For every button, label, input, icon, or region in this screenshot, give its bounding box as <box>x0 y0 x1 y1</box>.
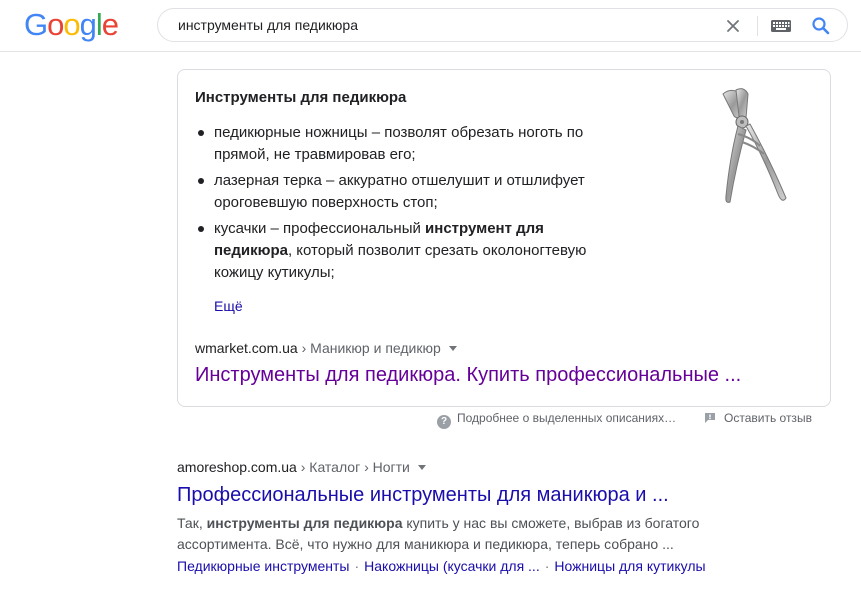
clear-search-button[interactable] <box>723 16 743 36</box>
chevron-down-icon[interactable] <box>448 346 457 351</box>
search-box <box>157 8 848 42</box>
snippet-list: педикюрные ножницы – позволят обрезать н… <box>195 122 625 288</box>
google-logo[interactable]: Google <box>24 7 119 42</box>
list-item: педикюрные ножницы – позволят обрезать н… <box>195 122 625 166</box>
snippet-source: wmarket.com.ua › Маникюр и педикюр <box>195 340 457 356</box>
list-item-text: педикюрные ножницы – позволят обрезать н… <box>214 124 584 163</box>
nail-clippers-image[interactable] <box>708 86 798 216</box>
logo-letter: o <box>47 7 64 42</box>
keyboard-icon <box>771 20 791 32</box>
feedback-label: Оставить отзыв <box>724 411 812 425</box>
search-icon <box>812 17 830 35</box>
sitelink-separator: · <box>544 558 550 574</box>
logo-letter: g <box>79 7 97 42</box>
more-link[interactable]: Ещё <box>214 298 243 314</box>
help-icon: ? <box>437 415 451 429</box>
list-item-text: кусачки – профессиональный <box>214 220 426 237</box>
search-input[interactable] <box>178 9 718 41</box>
result-description: Так, инструменты для педикюра купить у н… <box>177 513 717 555</box>
highlighted-term: инструменты для педикюра <box>206 515 403 531</box>
result-title-link[interactable]: Профессиональные инструменты для маникюр… <box>177 482 737 508</box>
logo-letter: o <box>63 7 80 42</box>
search-result: amoreshop.com.ua › Каталог › Ногти Профе… <box>177 458 737 576</box>
source-domain: wmarket.com.ua <box>195 340 298 356</box>
close-icon <box>727 20 739 32</box>
source-domain: amoreshop.com.ua <box>177 459 297 475</box>
breadcrumb: › Маникюр и педикюр <box>297 340 441 356</box>
keyboard-button[interactable] <box>770 17 792 35</box>
list-item-text: лазерная терка – аккуратно отшелушит и о… <box>214 172 585 211</box>
top-bar: Google <box>0 0 861 52</box>
snippet-result-link[interactable]: Инструменты для педикюра. Купить професс… <box>195 364 741 387</box>
about-snippets-link[interactable]: ? Подробнее о выделенных описаниях… <box>437 411 676 429</box>
chevron-down-icon[interactable] <box>417 465 426 470</box>
logo-letter: G <box>24 7 48 42</box>
sitelink-separator: · <box>354 558 360 574</box>
sitelinks: Педикюрные инструменты · Накожницы (кусачк… <box>177 556 737 576</box>
result-source: amoreshop.com.ua › Каталог › Ногти <box>177 458 737 476</box>
breadcrumb: › Каталог › Ногти <box>296 459 410 475</box>
sitelink[interactable]: Ножницы для кутикулы <box>554 558 705 574</box>
sitelink[interactable]: Педикюрные инструменты <box>177 558 349 574</box>
feedback-icon <box>705 413 715 423</box>
list-item: кусачки – профессиональный инструмент дл… <box>195 218 625 284</box>
snippet-title: Инструменты для педикюра <box>195 89 407 106</box>
search-divider <box>757 16 758 36</box>
search-button[interactable] <box>810 15 832 37</box>
sitelink[interactable]: Накожницы (кусачки для ... <box>364 558 540 574</box>
featured-snippet: Инструменты для педикюра педикюрные ножн… <box>177 69 831 407</box>
description-text: Так, <box>177 515 207 531</box>
list-item: лазерная терка – аккуратно отшелушит и о… <box>195 170 625 214</box>
feedback-link[interactable]: Оставить отзыв <box>704 411 812 425</box>
nail-clippers-icon <box>722 88 787 203</box>
about-snippets-label: Подробнее о выделенных описаниях… <box>457 411 677 425</box>
logo-letter: e <box>101 7 119 42</box>
